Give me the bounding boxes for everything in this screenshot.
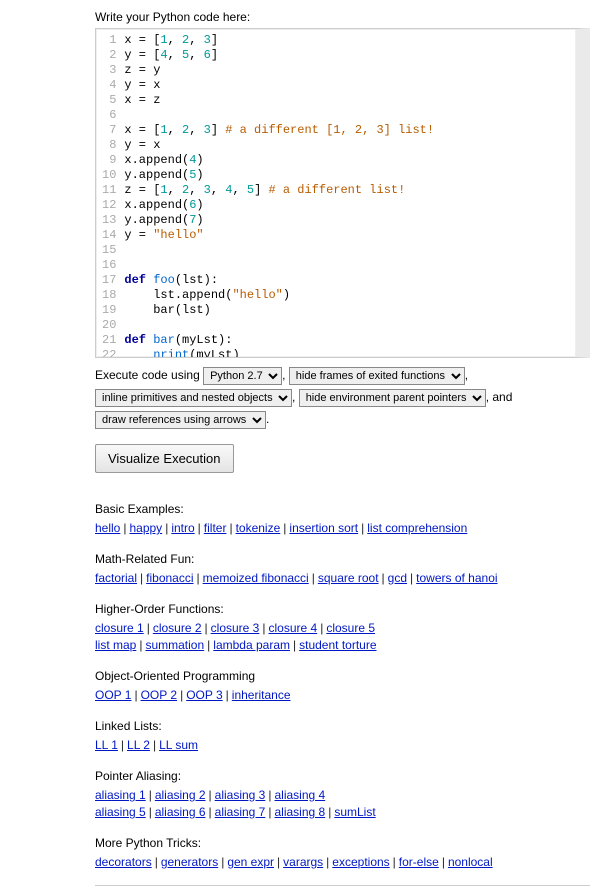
- example-link[interactable]: filter: [204, 521, 227, 535]
- example-link[interactable]: fibonacci: [146, 571, 193, 585]
- example-link[interactable]: memoized fibonacci: [203, 571, 309, 585]
- example-link[interactable]: factorial: [95, 571, 137, 585]
- example-link[interactable]: insertion sort: [289, 521, 358, 535]
- example-link[interactable]: aliasing 4: [274, 788, 325, 802]
- env-pointers-select[interactable]: hide environment parent pointers: [299, 389, 486, 407]
- example-link[interactable]: summation: [145, 638, 204, 652]
- section-title: More Python Tricks:: [95, 835, 590, 852]
- example-section: Basic Examples:hello|happy|intro|filter|…: [95, 501, 590, 537]
- example-link[interactable]: list map: [95, 638, 136, 652]
- python-version-select[interactable]: Python 2.7: [203, 367, 282, 385]
- example-link[interactable]: aliasing 7: [215, 805, 266, 819]
- example-link[interactable]: aliasing 6: [155, 805, 206, 819]
- example-link[interactable]: nonlocal: [448, 855, 493, 869]
- example-section: More Python Tricks:decorators|generators…: [95, 835, 590, 871]
- example-link[interactable]: generators: [161, 855, 218, 869]
- example-link[interactable]: student torture: [299, 638, 376, 652]
- example-link[interactable]: intro: [171, 521, 194, 535]
- frames-select[interactable]: hide frames of exited functions: [289, 367, 465, 385]
- example-link[interactable]: closure 2: [153, 621, 202, 635]
- exec-label: Execute code using: [95, 368, 200, 382]
- execution-options: Execute code using Python 2.7, hide fram…: [95, 364, 590, 430]
- example-link[interactable]: aliasing 8: [274, 805, 325, 819]
- example-section: Object-Oriented ProgrammingOOP 1|OOP 2|O…: [95, 668, 590, 704]
- example-link[interactable]: lambda param: [213, 638, 290, 652]
- example-link[interactable]: LL 2: [127, 738, 150, 752]
- section-title: Basic Examples:: [95, 501, 590, 518]
- and-label: , and: [486, 390, 513, 404]
- section-title: Higher-Order Functions:: [95, 601, 590, 618]
- primitives-select[interactable]: inline primitives and nested objects: [95, 389, 292, 407]
- line-gutter: 12345678910111213141516171819202122: [96, 33, 124, 353]
- example-section: Pointer Aliasing:aliasing 1|aliasing 2|a…: [95, 768, 590, 821]
- example-link[interactable]: inheritance: [232, 688, 291, 702]
- example-link[interactable]: happy: [129, 521, 162, 535]
- visualize-execution-button[interactable]: Visualize Execution: [95, 444, 234, 473]
- example-section: Higher-Order Functions:closure 1|closure…: [95, 601, 590, 654]
- example-link[interactable]: varargs: [283, 855, 323, 869]
- example-link[interactable]: tokenize: [236, 521, 281, 535]
- example-link[interactable]: LL 1: [95, 738, 118, 752]
- example-link[interactable]: list comprehension: [367, 521, 467, 535]
- code-area[interactable]: x = [1, 2, 3]y = [4, 5, 6]z = yy = xx = …: [124, 33, 576, 353]
- example-link[interactable]: LL sum: [159, 738, 198, 752]
- example-link[interactable]: OOP 2: [141, 688, 177, 702]
- example-link[interactable]: hello: [95, 521, 120, 535]
- example-link[interactable]: exceptions: [332, 855, 389, 869]
- section-title: Math-Related Fun:: [95, 551, 590, 568]
- example-section: Math-Related Fun:factorial|fibonacci|mem…: [95, 551, 590, 587]
- editor-prompt: Write your Python code here:: [95, 10, 590, 24]
- references-select[interactable]: draw references using arrows: [95, 411, 266, 429]
- example-link[interactable]: closure 5: [326, 621, 375, 635]
- example-link[interactable]: closure 3: [211, 621, 260, 635]
- example-link[interactable]: aliasing 2: [155, 788, 206, 802]
- example-link[interactable]: towers of hanoi: [416, 571, 497, 585]
- example-link[interactable]: sumList: [334, 805, 375, 819]
- example-link[interactable]: closure 1: [95, 621, 144, 635]
- example-link[interactable]: decorators: [95, 855, 152, 869]
- example-link[interactable]: OOP 1: [95, 688, 131, 702]
- example-link[interactable]: gen expr: [227, 855, 274, 869]
- example-link[interactable]: for-else: [399, 855, 439, 869]
- section-title: Linked Lists:: [95, 718, 590, 735]
- example-section: Linked Lists:LL 1|LL 2|LL sum: [95, 718, 590, 754]
- example-link[interactable]: square root: [318, 571, 379, 585]
- section-title: Pointer Aliasing:: [95, 768, 590, 785]
- example-link[interactable]: gcd: [388, 571, 407, 585]
- example-link[interactable]: OOP 3: [186, 688, 222, 702]
- example-link[interactable]: aliasing 1: [95, 788, 146, 802]
- section-title: Object-Oriented Programming: [95, 668, 590, 685]
- code-editor[interactable]: 12345678910111213141516171819202122 x = …: [95, 28, 590, 358]
- divider: [95, 885, 590, 886]
- example-link[interactable]: aliasing 5: [95, 805, 146, 819]
- example-link[interactable]: aliasing 3: [215, 788, 266, 802]
- example-link[interactable]: closure 4: [268, 621, 317, 635]
